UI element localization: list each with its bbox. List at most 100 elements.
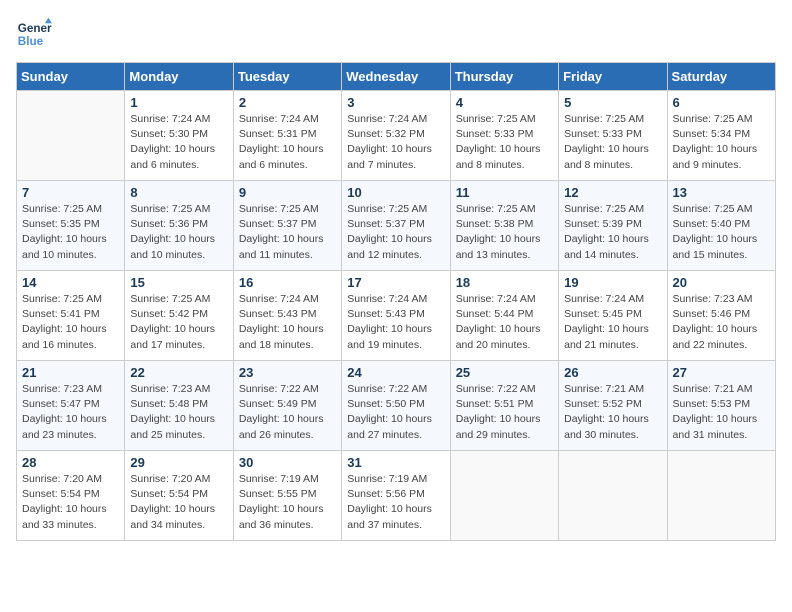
day-info: Sunrise: 7:22 AM Sunset: 5:49 PM Dayligh…: [239, 382, 336, 443]
day-number: 25: [456, 365, 553, 380]
logo: General Blue: [16, 16, 52, 52]
col-header-sunday: Sunday: [17, 63, 125, 91]
page-header: General Blue: [16, 16, 776, 52]
calendar-cell: 2 Sunrise: 7:24 AM Sunset: 5:31 PM Daylig…: [233, 91, 341, 181]
day-number: 18: [456, 275, 553, 290]
day-number: 22: [130, 365, 227, 380]
day-number: 27: [673, 365, 770, 380]
day-info: Sunrise: 7:19 AM Sunset: 5:56 PM Dayligh…: [347, 472, 444, 533]
day-info: Sunrise: 7:23 AM Sunset: 5:47 PM Dayligh…: [22, 382, 119, 443]
day-number: 30: [239, 455, 336, 470]
day-number: 20: [673, 275, 770, 290]
day-number: 21: [22, 365, 119, 380]
day-info: Sunrise: 7:24 AM Sunset: 5:44 PM Dayligh…: [456, 292, 553, 353]
calendar-cell: 4 Sunrise: 7:25 AM Sunset: 5:33 PM Daylig…: [450, 91, 558, 181]
day-number: 23: [239, 365, 336, 380]
calendar-cell: [559, 451, 667, 541]
day-info: Sunrise: 7:22 AM Sunset: 5:50 PM Dayligh…: [347, 382, 444, 443]
day-number: 31: [347, 455, 444, 470]
calendar-cell: 15 Sunrise: 7:25 AM Sunset: 5:42 PM Dayli…: [125, 271, 233, 361]
day-number: 19: [564, 275, 661, 290]
day-number: 1: [130, 95, 227, 110]
calendar-cell: 20 Sunrise: 7:23 AM Sunset: 5:46 PM Dayli…: [667, 271, 775, 361]
col-header-saturday: Saturday: [667, 63, 775, 91]
calendar-cell: 19 Sunrise: 7:24 AM Sunset: 5:45 PM Dayli…: [559, 271, 667, 361]
calendar-cell: 21 Sunrise: 7:23 AM Sunset: 5:47 PM Dayli…: [17, 361, 125, 451]
col-header-thursday: Thursday: [450, 63, 558, 91]
calendar-cell: 18 Sunrise: 7:24 AM Sunset: 5:44 PM Dayli…: [450, 271, 558, 361]
day-number: 8: [130, 185, 227, 200]
day-number: 13: [673, 185, 770, 200]
day-info: Sunrise: 7:25 AM Sunset: 5:35 PM Dayligh…: [22, 202, 119, 263]
calendar-cell: 3Sunrise: 7:24 AM Sunset: 5:32 PM Daylig…: [342, 91, 450, 181]
calendar-cell: 5 Sunrise: 7:25 AM Sunset: 5:33 PM Daylig…: [559, 91, 667, 181]
day-info: Sunrise: 7:25 AM Sunset: 5:37 PM Dayligh…: [239, 202, 336, 263]
day-info: Sunrise: 7:21 AM Sunset: 5:53 PM Dayligh…: [673, 382, 770, 443]
day-info: Sunrise: 7:22 AM Sunset: 5:51 PM Dayligh…: [456, 382, 553, 443]
calendar-cell: 23 Sunrise: 7:22 AM Sunset: 5:49 PM Dayli…: [233, 361, 341, 451]
calendar-cell: 22 Sunrise: 7:23 AM Sunset: 5:48 PM Dayli…: [125, 361, 233, 451]
calendar-cell: 14Sunrise: 7:25 AM Sunset: 5:41 PM Dayli…: [17, 271, 125, 361]
day-info: Sunrise: 7:25 AM Sunset: 5:36 PM Dayligh…: [130, 202, 227, 263]
day-info: Sunrise: 7:24 AM Sunset: 5:31 PM Dayligh…: [239, 112, 336, 173]
day-info: Sunrise: 7:24 AM Sunset: 5:45 PM Dayligh…: [564, 292, 661, 353]
day-info: Sunrise: 7:24 AM Sunset: 5:43 PM Dayligh…: [347, 292, 444, 353]
col-header-tuesday: Tuesday: [233, 63, 341, 91]
calendar-cell: 24 Sunrise: 7:22 AM Sunset: 5:50 PM Dayli…: [342, 361, 450, 451]
day-info: Sunrise: 7:25 AM Sunset: 5:34 PM Dayligh…: [673, 112, 770, 173]
day-info: Sunrise: 7:25 AM Sunset: 5:38 PM Dayligh…: [456, 202, 553, 263]
day-info: Sunrise: 7:23 AM Sunset: 5:48 PM Dayligh…: [130, 382, 227, 443]
calendar-cell: [667, 451, 775, 541]
day-info: Sunrise: 7:25 AM Sunset: 5:37 PM Dayligh…: [347, 202, 444, 263]
calendar-cell: 29 Sunrise: 7:20 AM Sunset: 5:54 PM Dayli…: [125, 451, 233, 541]
calendar-cell: 16Sunrise: 7:24 AM Sunset: 5:43 PM Dayli…: [233, 271, 341, 361]
day-number: 29: [130, 455, 227, 470]
day-info: Sunrise: 7:19 AM Sunset: 5:55 PM Dayligh…: [239, 472, 336, 533]
day-info: Sunrise: 7:23 AM Sunset: 5:46 PM Dayligh…: [673, 292, 770, 353]
calendar-table: SundayMondayTuesdayWednesdayThursdayFrid…: [16, 62, 776, 541]
calendar-cell: 9 Sunrise: 7:25 AM Sunset: 5:37 PM Daylig…: [233, 181, 341, 271]
svg-text:Blue: Blue: [18, 35, 44, 48]
calendar-cell: 27 Sunrise: 7:21 AM Sunset: 5:53 PM Dayli…: [667, 361, 775, 451]
day-number: 10: [347, 185, 444, 200]
calendar-cell: 8 Sunrise: 7:25 AM Sunset: 5:36 PM Daylig…: [125, 181, 233, 271]
day-info: Sunrise: 7:25 AM Sunset: 5:42 PM Dayligh…: [130, 292, 227, 353]
calendar-cell: 28 Sunrise: 7:20 AM Sunset: 5:54 PM Dayli…: [17, 451, 125, 541]
col-header-friday: Friday: [559, 63, 667, 91]
day-info: Sunrise: 7:25 AM Sunset: 5:33 PM Dayligh…: [456, 112, 553, 173]
calendar-cell: 6 Sunrise: 7:25 AM Sunset: 5:34 PM Daylig…: [667, 91, 775, 181]
calendar-cell: 12 Sunrise: 7:25 AM Sunset: 5:39 PM Dayli…: [559, 181, 667, 271]
day-info: Sunrise: 7:24 AM Sunset: 5:30 PM Dayligh…: [130, 112, 227, 173]
day-info: Sunrise: 7:20 AM Sunset: 5:54 PM Dayligh…: [22, 472, 119, 533]
col-header-wednesday: Wednesday: [342, 63, 450, 91]
day-number: 9: [239, 185, 336, 200]
calendar-cell: 31 Sunrise: 7:19 AM Sunset: 5:56 PM Dayli…: [342, 451, 450, 541]
day-number: 24: [347, 365, 444, 380]
day-number: 5: [564, 95, 661, 110]
day-number: 2: [239, 95, 336, 110]
calendar-cell: 30 Sunrise: 7:19 AM Sunset: 5:55 PM Dayli…: [233, 451, 341, 541]
day-number: 7: [22, 185, 119, 200]
day-info: Sunrise: 7:25 AM Sunset: 5:41 PM Dayligh…: [22, 292, 119, 353]
svg-text:General: General: [18, 22, 52, 35]
calendar-cell: [17, 91, 125, 181]
day-number: 26: [564, 365, 661, 380]
day-number: 15: [130, 275, 227, 290]
day-info: Sunrise: 7:20 AM Sunset: 5:54 PM Dayligh…: [130, 472, 227, 533]
day-number: 28: [22, 455, 119, 470]
day-info: Sunrise: 7:24 AM Sunset: 5:32 PM Dayligh…: [347, 112, 444, 173]
day-number: 17: [347, 275, 444, 290]
day-number: 6: [673, 95, 770, 110]
col-header-monday: Monday: [125, 63, 233, 91]
day-number: 12: [564, 185, 661, 200]
calendar-cell: 7 Sunrise: 7:25 AM Sunset: 5:35 PM Daylig…: [17, 181, 125, 271]
day-info: Sunrise: 7:25 AM Sunset: 5:33 PM Dayligh…: [564, 112, 661, 173]
day-info: Sunrise: 7:25 AM Sunset: 5:39 PM Dayligh…: [564, 202, 661, 263]
day-number: 4: [456, 95, 553, 110]
day-info: Sunrise: 7:21 AM Sunset: 5:52 PM Dayligh…: [564, 382, 661, 443]
day-info: Sunrise: 7:25 AM Sunset: 5:40 PM Dayligh…: [673, 202, 770, 263]
calendar-cell: 11Sunrise: 7:25 AM Sunset: 5:38 PM Dayli…: [450, 181, 558, 271]
calendar-cell: 25 Sunrise: 7:22 AM Sunset: 5:51 PM Dayli…: [450, 361, 558, 451]
day-number: 16: [239, 275, 336, 290]
calendar-cell: [450, 451, 558, 541]
